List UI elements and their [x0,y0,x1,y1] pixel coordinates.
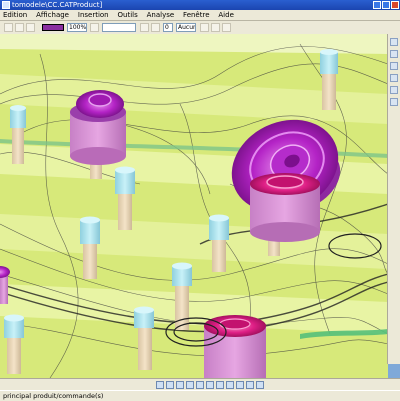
fixture-magenta-left[interactable] [70,90,126,165]
app-icon [2,1,10,9]
views-icon[interactable] [226,381,234,389]
post-1[interactable] [320,49,338,110]
post-7[interactable] [4,314,24,375]
menu-outils[interactable]: Outils [115,10,141,20]
swap-space-icon[interactable] [256,381,264,389]
toolbar-button-3[interactable] [26,23,35,32]
post-3[interactable] [115,166,135,231]
3d-viewport[interactable] [0,34,388,378]
toolbar-button-5[interactable] [140,23,149,32]
right-toolbar [387,34,400,364]
right-tool-6[interactable] [390,98,398,106]
toolbar-button-8[interactable] [211,23,220,32]
normal-view-icon[interactable] [216,381,224,389]
right-tool-3[interactable] [390,62,398,70]
post-5[interactable] [209,214,229,273]
menu-affichage[interactable]: Affichage [33,10,72,20]
pan-icon[interactable] [176,381,184,389]
mode-select[interactable]: Aucun [176,23,196,32]
fixture-pink-middle[interactable] [250,173,320,242]
hide-show-icon[interactable] [246,381,254,389]
zoom-select[interactable]: 100% [67,23,87,32]
window-title: tomodele\CC.CATProduct] [12,1,103,9]
menu-analyse[interactable]: Analyse [144,10,178,20]
rotate-icon[interactable] [186,381,194,389]
number-select[interactable]: 0 [163,23,173,32]
toolbar: 100% 0 Aucun [0,21,400,35]
right-tool-4[interactable] [390,74,398,82]
fly-mode-icon[interactable] [156,381,164,389]
post-2[interactable] [10,105,26,164]
toolbar-button-2[interactable] [15,23,24,32]
fixture-pink-bottom[interactable] [204,315,266,378]
menu-bar: Edition Affichage Insertion Outils Analy… [0,10,400,21]
menu-fenetre[interactable]: Fenêtre [180,10,212,20]
menu-aide[interactable]: Aide [215,10,236,20]
right-tool-2[interactable] [390,50,398,58]
title-bar: tomodele\CC.CATProduct] [0,0,400,10]
close-icon[interactable] [391,1,399,9]
right-tool-5[interactable] [390,86,398,94]
toolbar-button-9[interactable] [222,23,231,32]
toolbar-button-7[interactable] [200,23,209,32]
shading-icon[interactable] [236,381,244,389]
minimize-icon[interactable] [373,1,381,9]
right-tool-1[interactable] [390,38,398,46]
toolbar-button-4[interactable] [90,23,99,32]
maximize-icon[interactable] [382,1,390,9]
field-select[interactable] [102,23,136,32]
zoom-out-icon[interactable] [206,381,214,389]
fit-all-icon[interactable] [166,381,174,389]
status-bar: principal produit/commande(s) [0,390,400,401]
zoom-in-icon[interactable] [196,381,204,389]
color-swatch[interactable] [42,24,64,31]
toolbar-button-6[interactable] [151,23,160,32]
post-4[interactable] [80,216,100,280]
toolbar-button-1[interactable] [4,23,13,32]
menu-edition[interactable]: Edition [0,10,30,20]
menu-insertion[interactable]: Insertion [75,10,112,20]
